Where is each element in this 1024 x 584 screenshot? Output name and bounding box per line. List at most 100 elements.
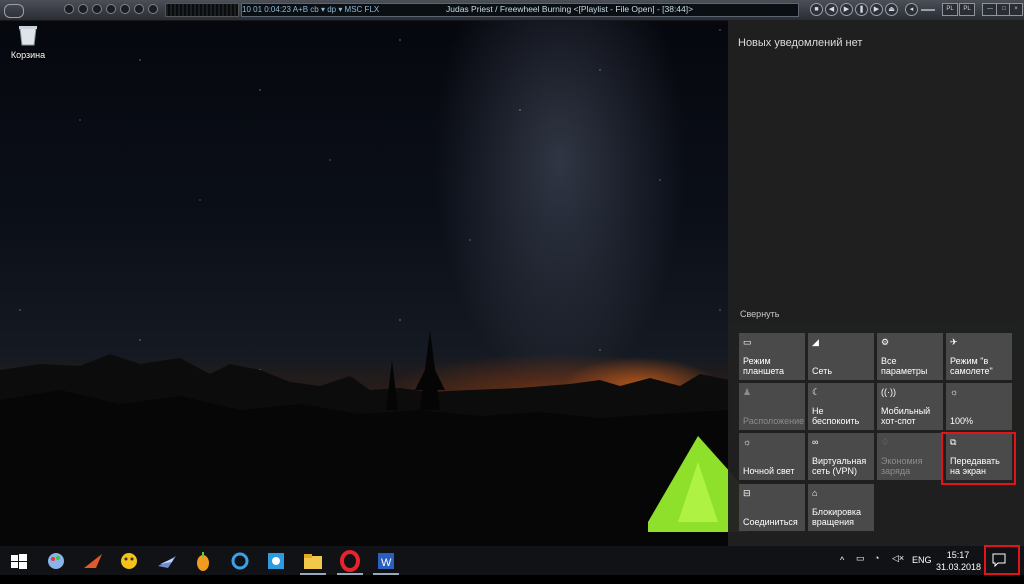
- taskbar-app-7[interactable]: [265, 550, 287, 572]
- show-hidden-icons[interactable]: ^: [840, 555, 844, 584]
- track-title: Judas Priest / Freewheel Burning <[Playl…: [446, 4, 694, 14]
- network-icon: ◢: [812, 337, 819, 347]
- mountain-silhouette: [0, 330, 730, 546]
- taskbar-app-2[interactable]: [82, 550, 104, 572]
- location-icon: ♟: [743, 387, 752, 397]
- opera-icon: [340, 550, 360, 572]
- taskbar-file-explorer[interactable]: [300, 550, 326, 575]
- track-meta: 10 01 0:04:23 A+B cb ▾ dp ▾ MSC FLX: [242, 5, 380, 14]
- emoji-icon: [121, 553, 137, 569]
- taskbar-word[interactable]: W: [373, 550, 399, 575]
- quick-action-tile[interactable]: ((·)) Мобильный хот-спот: [877, 383, 943, 430]
- pause-button[interactable]: ❚: [855, 3, 868, 16]
- quick-action-tile[interactable]: ☾ Не беспокоить: [808, 383, 874, 430]
- refresh-app-icon: [231, 552, 249, 570]
- capture-icon: [268, 553, 284, 569]
- rotation-lock-icon: ⌂: [812, 488, 818, 498]
- battery-icon[interactable]: ▭: [856, 553, 865, 582]
- windows-icon: [11, 554, 27, 569]
- quick-action-label: Соединиться: [743, 517, 798, 527]
- taskbar-app-5[interactable]: [192, 550, 214, 572]
- quick-action-tile[interactable]: ∞ Виртуальная сеть (VPN): [808, 433, 874, 480]
- connect-icon: ⊟: [743, 488, 751, 498]
- next-button[interactable]: ▶: [870, 3, 883, 16]
- quick-action-label: Виртуальная сеть (VPN): [812, 456, 867, 476]
- paint-icon: [48, 553, 64, 569]
- taskbar-app-3[interactable]: [118, 550, 140, 572]
- repeat-icon[interactable]: [120, 4, 130, 14]
- quick-action-label: Экономия заряда: [881, 456, 923, 476]
- quick-action-tile[interactable]: ⊟ Соединиться: [739, 484, 805, 531]
- playlist-icon[interactable]: [134, 4, 144, 14]
- taskbar-app-6[interactable]: [229, 550, 251, 572]
- fruity-loops-icon: [197, 552, 209, 571]
- spaceship-icon: [158, 556, 176, 568]
- quick-action-label: Блокировка вращения: [812, 507, 862, 527]
- quick-action-tile[interactable]: ♟ Расположение: [739, 383, 805, 430]
- taskbar: W ^ ▭ ◔ ◁× ENG 15:17 31.03.2018: [0, 546, 1024, 575]
- quick-action-label: 100%: [950, 416, 974, 426]
- start-button[interactable]: [8, 550, 30, 572]
- media-player-bar: 10 01 0:04:23 A+B cb ▾ dp ▾ MSC FLX Juda…: [0, 0, 1024, 21]
- quick-action-tile[interactable]: ◢ Сеть: [808, 333, 874, 380]
- clock-date: 31.03.2018: [936, 562, 982, 572]
- player-logo-icon: [4, 4, 24, 18]
- track-display: 10 01 0:04:23 A+B cb ▾ dp ▾ MSC FLX Juda…: [241, 3, 799, 17]
- quick-action-label: Мобильный хот-спот: [881, 406, 931, 426]
- highlight-action-center-button: [984, 545, 1020, 575]
- quick-action-tile[interactable]: ▭ Режим планшета: [739, 333, 805, 380]
- menu-icon[interactable]: [64, 4, 74, 14]
- brightness-icon: ☼: [950, 387, 959, 397]
- battery-saver-icon: ♢: [881, 437, 890, 447]
- volume-icon[interactable]: ◂: [905, 3, 918, 16]
- wifi-icon[interactable]: ◔: [874, 553, 879, 582]
- shuffle-icon[interactable]: [92, 4, 102, 14]
- tablet-mode-icon: ▭: [743, 337, 752, 347]
- collapse-link[interactable]: Свернуть: [740, 309, 779, 319]
- quick-action-tile[interactable]: ⌂ Блокировка вращения: [808, 484, 874, 531]
- clock-time: 15:17: [946, 550, 970, 560]
- language-indicator[interactable]: ENG: [912, 555, 932, 584]
- quick-action-tile[interactable]: ☼ 100%: [946, 383, 1012, 430]
- word-icon: W: [378, 553, 394, 569]
- settings-icon: ⚙: [881, 337, 890, 347]
- svg-text:W: W: [381, 557, 392, 569]
- quick-action-label: Режим "в самолете": [950, 356, 993, 376]
- vpn-icon: ∞: [812, 437, 819, 447]
- quick-action-tile[interactable]: ☼ Ночной свет: [739, 433, 805, 480]
- folder-icon: [304, 554, 322, 569]
- options-icon[interactable]: [78, 4, 88, 14]
- play-button[interactable]: ▶: [840, 3, 853, 16]
- pl-button-1[interactable]: PL: [942, 3, 958, 16]
- desktop-icon-label: Корзина: [10, 50, 46, 60]
- clock[interactable]: 15:17 31.03.2018: [936, 549, 982, 573]
- volume-muted-icon[interactable]: ◁×: [892, 553, 904, 582]
- quick-action-label: Режим планшета: [743, 356, 785, 376]
- previous-button[interactable]: ◀: [825, 3, 838, 16]
- bird-icon: [84, 554, 102, 568]
- quick-action-label: Все параметры: [881, 356, 928, 376]
- quick-action-label: Сеть: [812, 366, 833, 376]
- airplane-icon: ✈: [950, 337, 958, 347]
- close-button[interactable]: ×: [1009, 3, 1023, 16]
- taskbar-opera[interactable]: [337, 550, 363, 575]
- quick-action-tile[interactable]: ⚙ Все параметры: [877, 333, 943, 380]
- open-button[interactable]: ⏏: [885, 3, 898, 16]
- hotspot-icon: ((·)): [881, 387, 896, 397]
- quick-action-label: Не беспокоить: [812, 406, 860, 426]
- taskbar-app-4[interactable]: [156, 550, 178, 572]
- visualizer: [165, 3, 239, 17]
- taskbar-app-1[interactable]: [45, 550, 67, 572]
- quick-action-tile[interactable]: ♢ Экономия заряда: [877, 433, 943, 480]
- pl-button-2[interactable]: PL: [959, 3, 975, 16]
- volume-slider[interactable]: [921, 9, 935, 11]
- settings-icon[interactable]: [106, 4, 116, 14]
- desktop-icon-recycle-bin[interactable]: Корзина: [8, 24, 48, 60]
- quick-action-tile[interactable]: ✈ Режим "в самолете": [946, 333, 1012, 380]
- notifications-empty-text: Новых уведомлений нет: [738, 37, 863, 49]
- night-light-icon: ☼: [743, 437, 752, 447]
- moon-icon: ☾: [812, 387, 821, 397]
- info-icon[interactable]: [148, 4, 158, 14]
- stop-button[interactable]: ■: [810, 3, 823, 16]
- recycle-bin-icon: [18, 24, 38, 46]
